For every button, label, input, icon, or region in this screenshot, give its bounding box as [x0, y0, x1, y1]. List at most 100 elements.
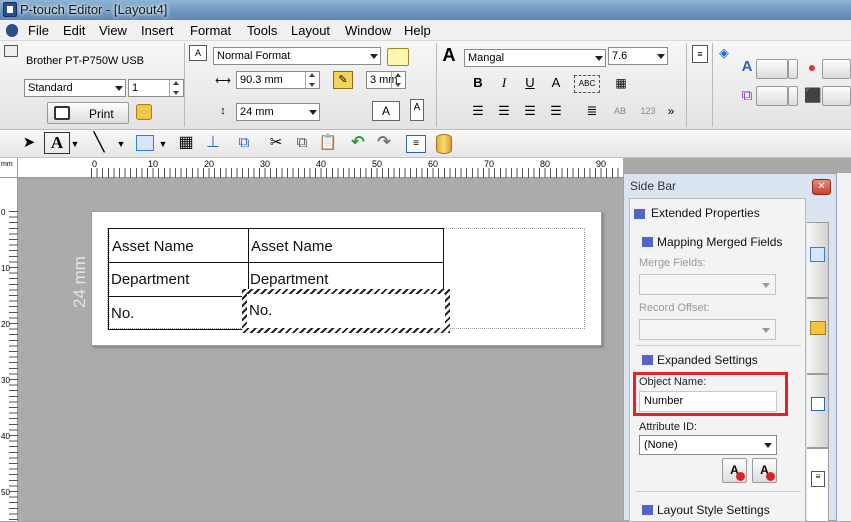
- menu-window[interactable]: Window: [345, 23, 391, 38]
- v-ruler-mark: 30: [1, 376, 10, 385]
- table-tool-icon[interactable]: ▦: [176, 135, 196, 151]
- background-color-button[interactable]: [822, 86, 851, 106]
- text-tool-icon[interactable]: A: [44, 132, 70, 154]
- menu-layout[interactable]: Layout: [291, 23, 330, 38]
- bold-icon[interactable]: B: [470, 75, 486, 91]
- attribute-clear-icon[interactable]: A: [752, 458, 777, 483]
- copy-icon[interactable]: ⧉: [292, 135, 312, 151]
- frame-icon[interactable]: ABC: [574, 75, 600, 93]
- properties-icon[interactable]: ≡: [692, 45, 708, 63]
- v-ruler-mark: 50: [1, 488, 10, 497]
- text-tool-dropdown[interactable]: ▼: [70, 136, 80, 152]
- selected-cell[interactable]: No.: [249, 302, 272, 319]
- font-select[interactable]: Mangal: [464, 49, 606, 67]
- menu-tools[interactable]: Tools: [247, 23, 277, 38]
- mapping-merged-fields-heading[interactable]: Mapping Merged Fields: [657, 235, 782, 249]
- shape-color-button[interactable]: [822, 59, 851, 79]
- numbering-icon[interactable]: 123: [640, 103, 656, 119]
- attribute-id-select[interactable]: (None): [639, 435, 777, 455]
- menu-insert[interactable]: Insert: [141, 23, 174, 38]
- align-right-icon[interactable]: ☰: [522, 103, 538, 119]
- table-cell[interactable]: Department: [111, 271, 189, 288]
- printer-name: Brother PT-P750W USB: [26, 55, 144, 67]
- line-color-button[interactable]: [756, 86, 788, 106]
- format-select[interactable]: Normal Format: [213, 47, 381, 65]
- table-cell[interactable]: Asset Name: [112, 238, 194, 255]
- margin-input[interactable]: 3 mm: [366, 71, 406, 89]
- merge-fields-select[interactable]: [639, 274, 776, 295]
- rectangle-tool-dropdown[interactable]: ▼: [158, 136, 168, 152]
- expanded-settings-heading[interactable]: Expanded Settings: [657, 353, 758, 367]
- tab-insert-object[interactable]: [807, 222, 829, 298]
- table-cell[interactable]: Asset Name: [251, 238, 333, 255]
- horizontal-text-icon[interactable]: A: [372, 101, 400, 121]
- tape-width-select[interactable]: 24 mm: [236, 103, 320, 121]
- table-cell[interactable]: No.: [111, 305, 134, 322]
- line-color-dropdown[interactable]: [788, 86, 798, 106]
- record-offset-select[interactable]: [639, 319, 776, 340]
- text-color-dropdown[interactable]: [788, 59, 798, 79]
- tab-arrange[interactable]: [807, 374, 829, 448]
- align-left-icon[interactable]: ☰: [470, 103, 486, 119]
- text-effects-icon[interactable]: ▦: [612, 75, 630, 91]
- paste-icon[interactable]: 📋: [318, 135, 338, 151]
- attribute-id-value: (None): [644, 439, 678, 451]
- menu-help[interactable]: Help: [404, 23, 431, 38]
- database-icon[interactable]: [436, 134, 452, 154]
- cut-icon[interactable]: ✂: [266, 135, 286, 151]
- print-options-icon[interactable]: [136, 104, 152, 120]
- text-color-icon[interactable]: A: [738, 59, 756, 75]
- copies-input[interactable]: 1: [128, 79, 184, 97]
- italic-icon[interactable]: I: [496, 75, 512, 91]
- fill-color-icon[interactable]: ◈: [716, 45, 732, 61]
- document-icon[interactable]: [6, 24, 18, 37]
- vertical-align-icon[interactable]: ≣: [584, 103, 600, 119]
- arrange-icon[interactable]: ⧉: [234, 135, 254, 151]
- table-cell[interactable]: Department: [250, 271, 328, 288]
- attribute-edit-icon[interactable]: A: [722, 458, 747, 483]
- close-icon[interactable]: ✕: [812, 179, 831, 195]
- line-tool-dropdown[interactable]: ▼: [116, 136, 126, 152]
- line-tool-icon[interactable]: ╲: [86, 133, 112, 151]
- mode-select[interactable]: Standard: [24, 79, 126, 97]
- select-arrow-icon[interactable]: ➤: [20, 135, 38, 151]
- tape-color-button[interactable]: [387, 48, 409, 66]
- menu-format[interactable]: Format: [190, 23, 231, 38]
- text-color-button[interactable]: [756, 59, 788, 79]
- redo-icon[interactable]: ↷: [374, 135, 394, 151]
- ruler-mark: 50: [372, 159, 383, 169]
- horizontal-ruler: mm 0 10 20 30 40 50 60 70 80 90: [0, 158, 623, 178]
- rectangle-tool-icon[interactable]: [136, 135, 154, 151]
- layout-window-icon[interactable]: ≡: [406, 135, 426, 153]
- background-color-icon[interactable]: ⬛: [804, 87, 821, 103]
- vertical-text-icon[interactable]: A: [410, 99, 424, 121]
- label-tape[interactable]: Asset Name Asset Name Department Departm…: [91, 211, 602, 346]
- print-button[interactable]: Print: [47, 102, 129, 124]
- shape-color-icon[interactable]: ●: [804, 59, 820, 75]
- menu-edit[interactable]: Edit: [63, 23, 85, 38]
- underline-icon[interactable]: U: [522, 75, 538, 91]
- selection-frame[interactable]: No.: [242, 289, 450, 333]
- object-name-input[interactable]: Number: [639, 391, 777, 412]
- database-link-icon[interactable]: ⊥: [203, 135, 223, 151]
- length-input[interactable]: 90.3 mm: [236, 71, 320, 89]
- section-icon: [642, 355, 653, 365]
- layout-style-settings-heading[interactable]: Layout Style Settings: [657, 503, 770, 517]
- section-icon: [642, 237, 653, 247]
- menu-view[interactable]: View: [99, 23, 127, 38]
- auto-length-icon[interactable]: ✎: [333, 71, 353, 89]
- character-spacing-icon[interactable]: AB: [612, 103, 628, 119]
- attribute-id-label: Attribute ID:: [639, 421, 698, 433]
- more-options-icon[interactable]: »: [664, 103, 678, 119]
- font-size-select[interactable]: 7.6: [608, 47, 668, 65]
- outline-icon[interactable]: A: [548, 75, 564, 91]
- extended-properties-heading[interactable]: Extended Properties: [651, 206, 760, 220]
- align-center-icon[interactable]: ☰: [496, 103, 512, 119]
- line-color-icon[interactable]: ⧉: [738, 88, 756, 104]
- justify-icon[interactable]: ☰: [548, 103, 564, 119]
- menu-file[interactable]: File: [28, 23, 49, 38]
- undo-icon[interactable]: ↶: [348, 135, 368, 151]
- printer-settings-icon[interactable]: [4, 45, 18, 57]
- tab-templates[interactable]: [807, 298, 829, 374]
- tab-properties[interactable]: ≡: [807, 448, 829, 522]
